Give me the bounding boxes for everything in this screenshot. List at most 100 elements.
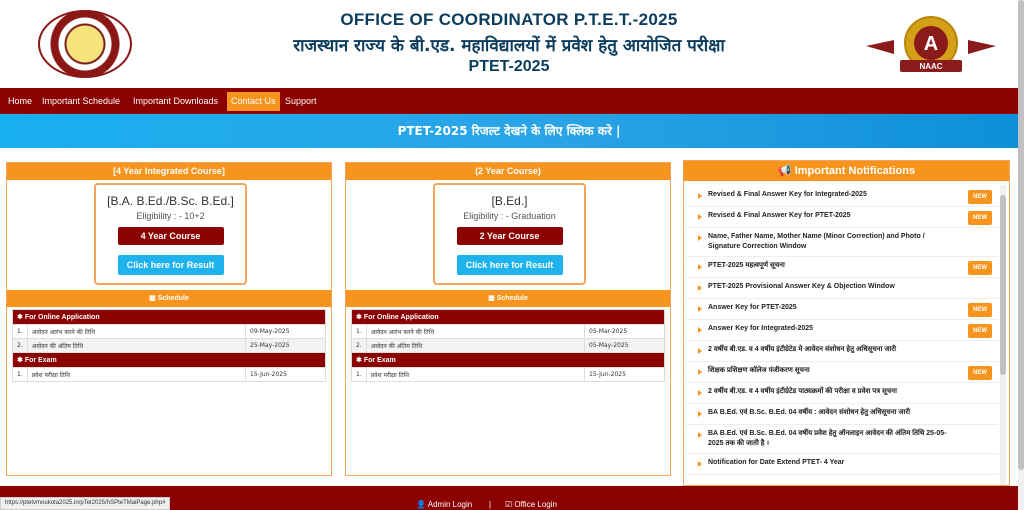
row-date: 25-May-2025 (245, 338, 326, 353)
notification-item[interactable]: Answer Key for Integrated-2025 NEW (686, 320, 998, 341)
footer-separator: | (489, 500, 492, 509)
notification-item[interactable]: PTET-2025 महत्वपूर्ण सूचना NEW (686, 257, 998, 278)
course-eligibility: Eligibility : - 10+2 (136, 211, 205, 221)
caret-right-icon (698, 285, 702, 291)
notifications-scrollbar[interactable] (1000, 185, 1006, 485)
schedule-table: ✱ For Online Application 1. आवेदन आरंभ कर… (351, 309, 665, 382)
new-badge: NEW (968, 303, 992, 317)
notification-item[interactable]: Revised & Final Answer Key for Integrate… (686, 186, 998, 207)
page-scrollbar-thumb[interactable] (1018, 0, 1024, 470)
notifications-header: 📢 Important Notifications (684, 161, 1009, 181)
megaphone-icon: 📢 (777, 165, 795, 177)
pin-icon: ✱ (17, 314, 25, 321)
row-label: प्रवेश परीक्षा तिथि (365, 367, 586, 382)
notification-text: Revised & Final Answer Key for Integrate… (708, 191, 867, 198)
result-button[interactable]: Click here for Result (117, 255, 224, 275)
notification-item[interactable]: Answer Key for PTET-2025 NEW (686, 299, 998, 320)
nav-contact-us[interactable]: Contact Us (227, 92, 280, 111)
notification-text: PTET-2025 महत्वपूर्ण सूचना (708, 262, 785, 269)
two-year-course-button[interactable]: 2 Year Course (456, 227, 563, 245)
naac-grade-letter: A (924, 33, 938, 55)
nav-support[interactable]: Support (281, 92, 321, 111)
scrollbar-thumb[interactable] (1000, 195, 1006, 375)
section-online-application: ✱ For Online Application (351, 309, 665, 325)
checkbox-icon: ☑ (505, 500, 515, 509)
schedule-header: ▦ Schedule (346, 290, 670, 307)
row-num: 1. (12, 367, 28, 382)
notification-text: Answer Key for Integrated-2025 (708, 325, 814, 332)
office-login-link[interactable]: ☑ Office Login (505, 500, 557, 509)
notification-item[interactable]: शिक्षक प्रशिक्षण कॉलेज पंजीकरण सूचना NEW (686, 362, 998, 383)
row-date: 15-Jun-2025 (245, 367, 326, 382)
result-button[interactable]: Click here for Result (456, 255, 563, 275)
notification-text: 2 वर्षीय बी.एड. व 4 वर्षीय इंटीग्रेटेड प… (708, 388, 897, 395)
notification-item[interactable]: PTET-2025 Provisional Answer Key & Objec… (686, 278, 998, 299)
table-row: 2. आवेदन की अंतिम तिथि 25-May-2025 (12, 338, 326, 353)
caret-right-icon (698, 390, 702, 396)
row-date: 09-May-2025 (245, 324, 326, 339)
notification-item[interactable]: 2 वर्षीय बी.एड. व 4 वर्षीय इंटीग्रेटेड म… (686, 341, 998, 362)
pin-icon: ✱ (17, 357, 25, 364)
notification-text: Revised & Final Answer Key for PTET-2025 (708, 212, 851, 219)
schedule-title: Schedule (157, 295, 189, 302)
caret-right-icon (698, 432, 702, 438)
row-label: आवेदन की अंतिम तिथि (26, 338, 247, 353)
caret-right-icon (698, 461, 702, 467)
notification-item[interactable]: BA B.Ed. एवं B.Sc. B.Ed. 04 वर्षीय प्रवे… (686, 425, 998, 454)
user-icon: 👤 (416, 500, 428, 509)
new-badge: NEW (968, 190, 992, 204)
nav-important-schedule[interactable]: Important Schedule (38, 92, 124, 111)
four-year-course-button[interactable]: 4 Year Course (117, 227, 224, 245)
table-row: 1. आवेदन आरंभ करने की तिथि 09-May-2025 (12, 324, 326, 339)
notification-item[interactable]: 2 वर्षीय बी.एड. व 4 वर्षीय इंटीग्रेटेड प… (686, 383, 998, 404)
main-nav: Home Important Schedule Important Downlo… (0, 88, 1018, 114)
caret-right-icon (698, 348, 702, 354)
section-label: For Online Application (363, 314, 439, 321)
nav-important-downloads[interactable]: Important Downloads (129, 92, 222, 111)
section-online-application: ✱ For Online Application (12, 309, 326, 325)
table-row: 2. आवेदन की अंतिम तिथि 05-May-2025 (351, 338, 665, 353)
course-panel-2-year: (2 Year Course) [B.Ed.] Eligibility : - … (345, 162, 671, 476)
notification-item[interactable]: Name, Father Name, Mother Name (Minor Co… (686, 228, 998, 257)
naac-logo: A NAAC (866, 16, 996, 72)
notification-text: Notification for Date Extend PTET- 4 Yea… (708, 459, 845, 466)
notification-item[interactable]: BA B.Ed. एवं B.Sc. B.Ed. 04 वर्षीय : आवे… (686, 404, 998, 425)
row-num: 1. (351, 324, 367, 339)
notification-text: शिक्षक प्रशिक्षण कॉलेज पंजीकरण सूचना (708, 367, 810, 374)
row-num: 2. (351, 338, 367, 353)
new-badge: NEW (968, 324, 992, 338)
page-scrollbar[interactable] (1018, 0, 1024, 510)
row-label: प्रवेश परीक्षा तिथि (26, 367, 247, 382)
table-row: 1. आवेदन आरंभ करने की तिथि 05-Mar-2025 (351, 324, 665, 339)
new-badge: NEW (968, 366, 992, 380)
section-label: For Exam (363, 357, 396, 364)
table-row: 1. प्रवेश परीक्षा तिथि 15-Jun-2025 (12, 367, 326, 382)
notification-text: BA B.Ed. एवं B.Sc. B.Ed. 04 वर्षीय : आवे… (708, 409, 911, 416)
naac-label: NAAC (919, 62, 942, 71)
panel-title: (2 Year Course) (346, 163, 670, 180)
panel-title: [4 Year Integrated Course] (7, 163, 331, 180)
section-exam: ✱ For Exam (12, 352, 326, 368)
course-name: [B.Ed.] (491, 194, 528, 208)
notifications-list: Revised & Final Answer Key for Integrate… (686, 186, 998, 475)
course-name: [B.A. B.Ed./B.Sc. B.Ed.] (107, 194, 234, 208)
notification-item[interactable]: Notification for Date Extend PTET- 4 Yea… (686, 454, 998, 475)
notifications-title: Important Notifications (794, 165, 916, 177)
row-label: आवेदन आरंभ करने की तिथि (365, 324, 586, 339)
pin-icon: ✱ (356, 314, 364, 321)
row-label: आवेदन आरंभ करने की तिथि (26, 324, 247, 339)
notification-text: BA B.Ed. एवं B.Sc. B.Ed. 04 वर्षीय प्रवे… (708, 430, 947, 447)
course-box: [B.A. B.Ed./B.Sc. B.Ed.] Eligibility : -… (94, 183, 247, 285)
caret-right-icon (698, 193, 702, 199)
caret-right-icon (698, 411, 702, 417)
row-num: 2. (12, 338, 28, 353)
new-badge: NEW (968, 211, 992, 225)
admin-login-link[interactable]: 👤 Admin Login (416, 500, 472, 509)
nav-home[interactable]: Home (4, 92, 36, 111)
result-banner-link[interactable]: PTET-2025 रिजल्ट देखने के लिए क्लिक करे … (0, 114, 1018, 148)
site-header: OFFICE OF COORDINATOR P.T.E.T.-2025 राजस… (0, 0, 1018, 88)
schedule-header: ▦ Schedule (7, 290, 331, 307)
course-eligibility: Eligibility : - Graduation (463, 211, 556, 221)
caret-right-icon (698, 306, 702, 312)
notification-item[interactable]: Revised & Final Answer Key for PTET-2025… (686, 207, 998, 228)
